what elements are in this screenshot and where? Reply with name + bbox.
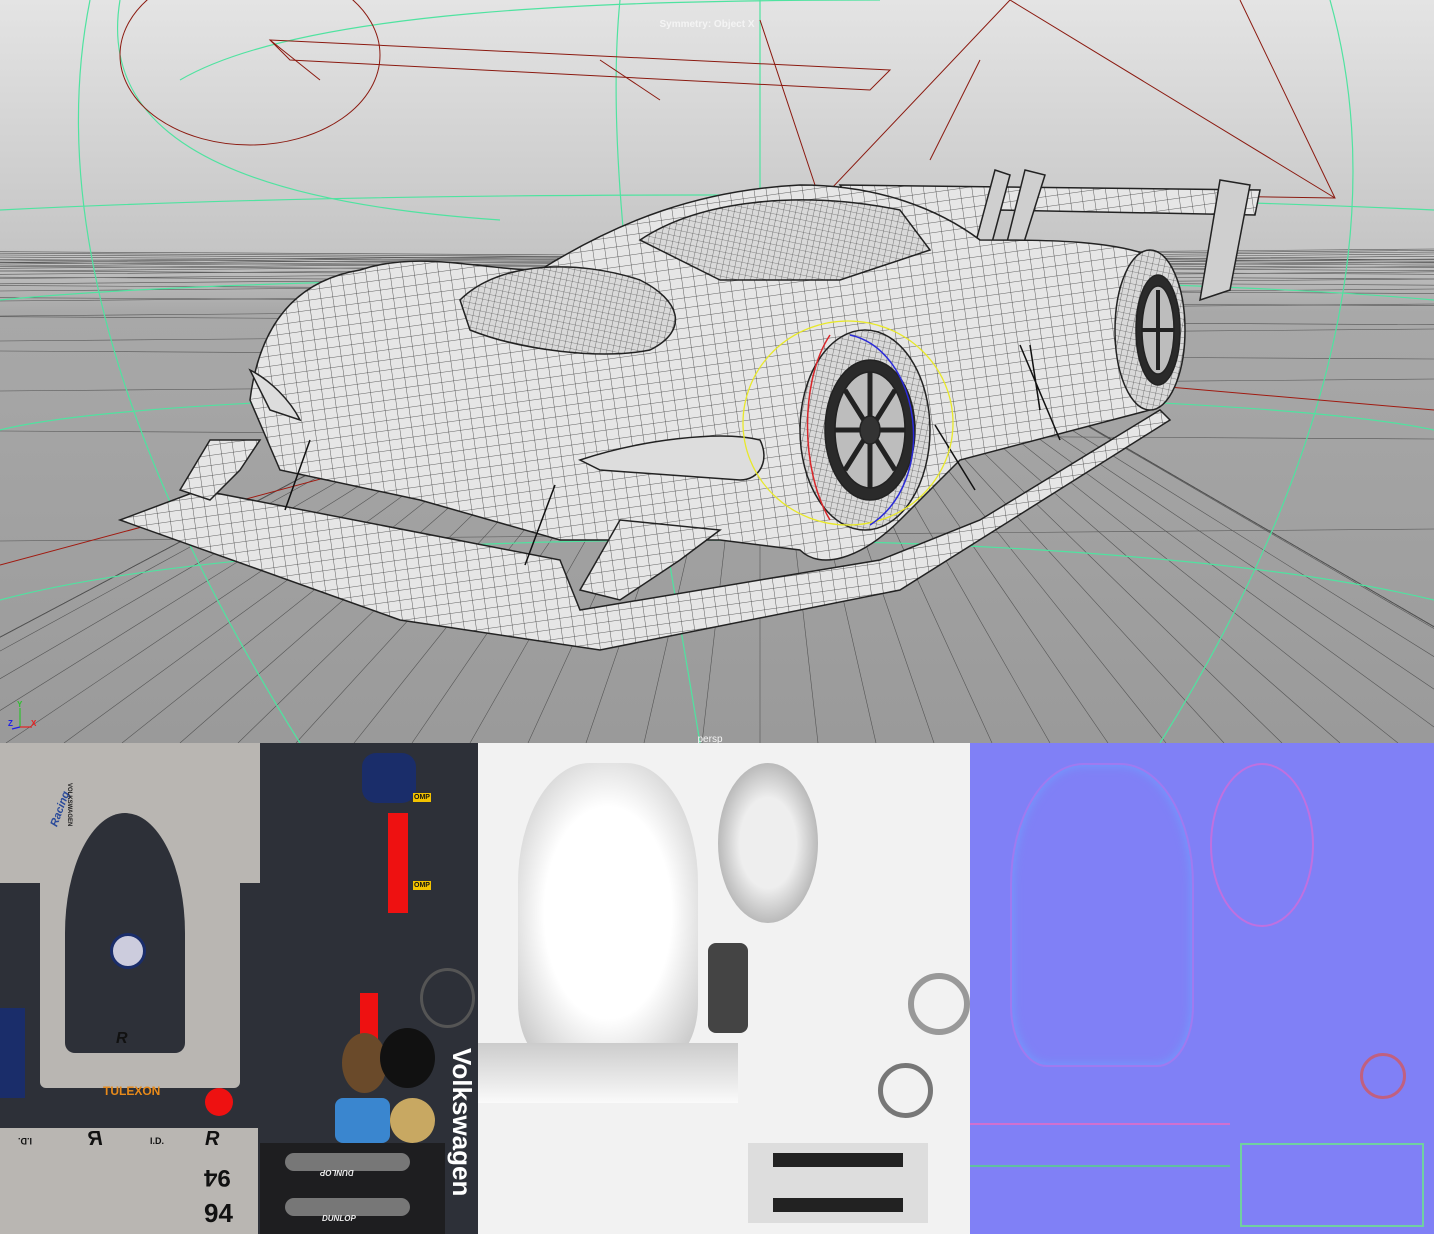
dunlop-logo: DUNLOP	[322, 1214, 356, 1223]
normal-shape	[970, 1123, 1230, 1167]
ao-groove	[773, 1153, 903, 1167]
blue-caliper	[335, 1098, 390, 1143]
normal-disc	[1360, 1053, 1406, 1099]
omp-logo: OMP	[413, 881, 431, 890]
rear-wheel[interactable]	[1114, 249, 1186, 411]
id-logo-mirrored: I.D.	[18, 1136, 33, 1146]
vw-label: VOLKSWAGEN	[66, 783, 72, 827]
red-ring	[205, 1088, 233, 1116]
ao-wheel	[908, 973, 970, 1035]
ao-groove	[773, 1198, 903, 1212]
camera-name-label: persp	[697, 734, 723, 745]
wheel-rim	[420, 968, 475, 1028]
normal-tyre	[1240, 1143, 1424, 1227]
blue-panel	[0, 1008, 25, 1098]
volkswagen-vertical: Volkswagen	[447, 1048, 477, 1197]
normal-map-texture	[970, 743, 1434, 1234]
ambient-occlusion-texture	[478, 743, 970, 1234]
ao-shape	[518, 763, 698, 1063]
ao-shape	[708, 943, 748, 1033]
sponsor-tulexon: TULEXON	[103, 1084, 161, 1098]
normal-shape	[1210, 763, 1314, 927]
blue-panel	[362, 753, 416, 803]
wheel-cap	[380, 1028, 435, 1088]
front-wheel[interactable]	[799, 329, 931, 531]
number-94: 94	[204, 1198, 233, 1228]
r-logo: R	[116, 1030, 128, 1047]
diffuse-texture: TULEXON R R R I.D. I.D. 94 94 DUNLOP DUN…	[0, 743, 478, 1234]
gold-gear	[390, 1098, 435, 1143]
id-logo: I.D.	[150, 1136, 165, 1146]
omp-logo: OMP	[413, 793, 431, 802]
3d-viewport[interactable]: Symmetry: Object X Y Z X	[0, 0, 1434, 743]
viewport-canvas[interactable]	[0, 0, 1434, 743]
symmetry-status: Symmetry: Object X	[659, 19, 755, 30]
ao-shape	[718, 763, 818, 923]
ao-disc	[878, 1063, 933, 1118]
r-logo-mirrored: R	[88, 1128, 103, 1150]
axis-y-label: Y	[17, 700, 23, 709]
axis-x-label: X	[31, 719, 37, 728]
texture-maps-panel: TULEXON R R R I.D. I.D. 94 94 DUNLOP DUN…	[0, 743, 1434, 1234]
axis-z-label: Z	[8, 719, 13, 728]
number-94-mirrored: 94	[204, 1164, 231, 1191]
ao-shape	[478, 1043, 738, 1103]
r-logo: R	[205, 1128, 220, 1150]
red-strip	[388, 813, 408, 913]
dunlop-mirrored: DUNLOP	[320, 1168, 354, 1177]
vw-logo	[110, 933, 146, 969]
normal-shape	[1010, 763, 1194, 1067]
